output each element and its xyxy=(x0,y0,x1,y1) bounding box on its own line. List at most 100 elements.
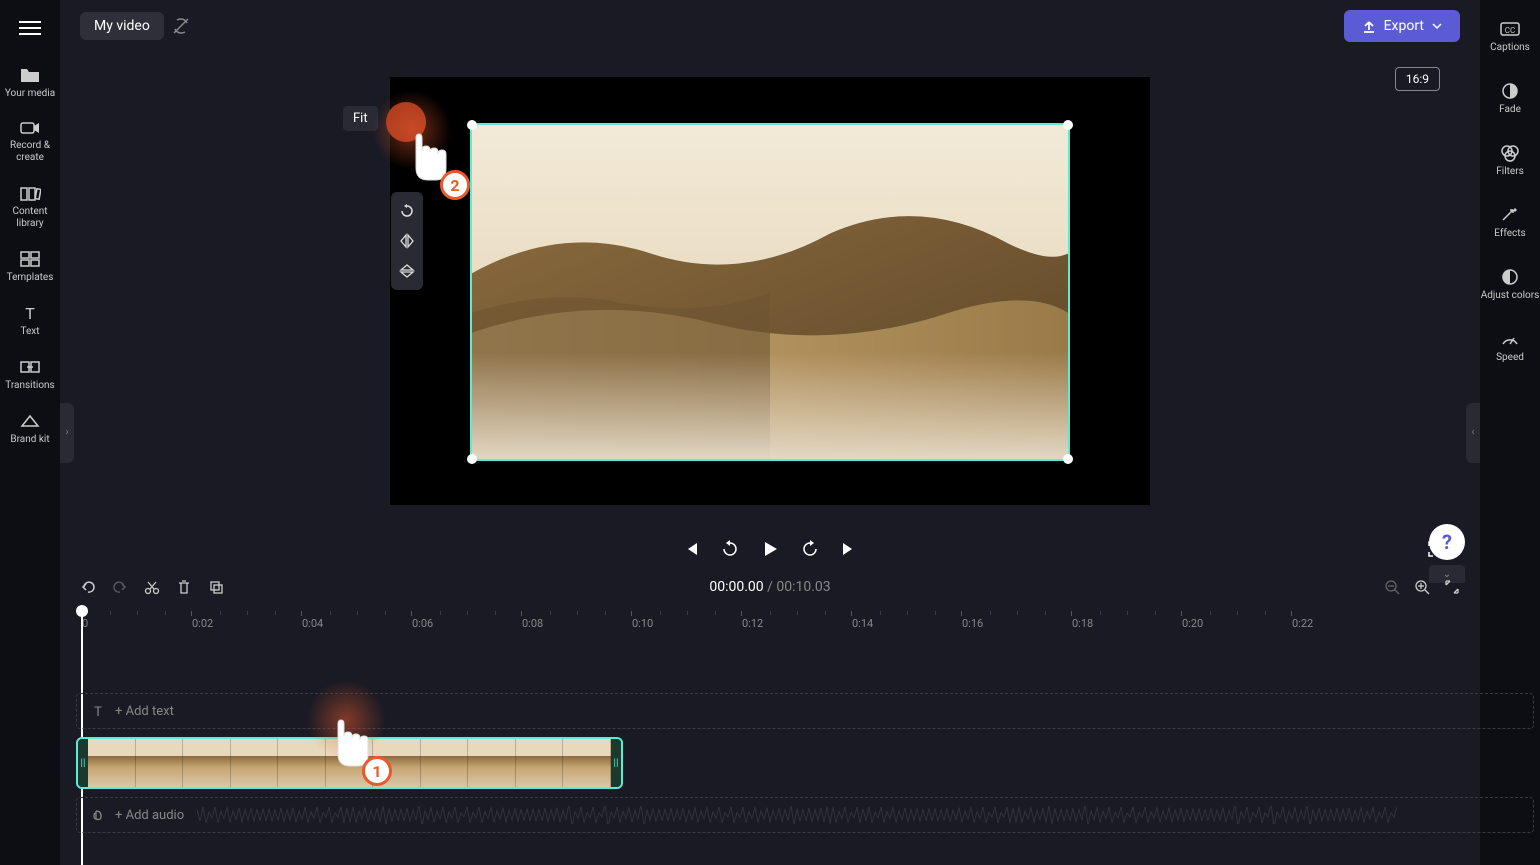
ruler-tick: 0:20 xyxy=(1182,617,1203,630)
menu-icon[interactable] xyxy=(19,10,41,56)
audio-icon xyxy=(91,808,105,822)
skip-back-button[interactable] xyxy=(682,540,700,558)
zoom-out-button[interactable] xyxy=(1384,579,1400,595)
svg-text:T: T xyxy=(94,705,102,718)
redo-button[interactable] xyxy=(112,579,128,595)
sidebar-item-label: Brand kit xyxy=(10,434,49,446)
undo-button[interactable] xyxy=(80,579,96,595)
sidebar-item-label: Fade xyxy=(1499,104,1521,116)
transitions-icon xyxy=(19,358,41,376)
sidebar-item-label: Templates xyxy=(7,272,54,284)
sidebar-item-effects[interactable]: Effects xyxy=(1480,192,1540,254)
templates-icon xyxy=(19,250,41,268)
zoom-in-button[interactable] xyxy=(1414,579,1430,595)
skip-forward-button[interactable] xyxy=(840,540,858,558)
current-time: 00:00.00 xyxy=(709,579,763,595)
duplicate-button[interactable] xyxy=(208,579,224,595)
instruction-cursor-2: 2 xyxy=(394,124,462,192)
rotate-button[interactable] xyxy=(391,196,423,226)
camera-icon xyxy=(19,120,41,136)
step-badge-2: 2 xyxy=(440,170,470,200)
preview-image xyxy=(472,125,1068,459)
add-audio-label: + Add audio xyxy=(115,808,184,823)
ruler-tick: 0:12 xyxy=(742,617,763,630)
left-sidebar: Your media Record & create Content libra… xyxy=(0,0,60,865)
resize-handle-bottom-left[interactable] xyxy=(467,454,477,464)
library-icon xyxy=(19,184,41,202)
sync-disabled-icon[interactable] xyxy=(172,17,190,35)
export-button[interactable]: Export xyxy=(1344,10,1460,42)
clip-thumbnail xyxy=(468,739,516,787)
text-icon: T xyxy=(19,304,41,322)
resize-handle-bottom-right[interactable] xyxy=(1063,454,1073,464)
step-badge-1: 1 xyxy=(362,756,392,786)
fit-timeline-button[interactable] xyxy=(1444,579,1460,595)
timeline-ruler[interactable]: 00:020:040:060:080:100:120:140:160:180:2… xyxy=(76,611,1534,639)
fade-icon xyxy=(1499,82,1521,100)
timeline-toolbar: 00:00.00 / 00:10.03 xyxy=(60,569,1480,605)
sidebar-item-label: Text xyxy=(20,326,39,338)
adjust-colors-icon xyxy=(1499,268,1521,286)
split-button[interactable] xyxy=(144,579,160,595)
sidebar-item-brand-kit[interactable]: Brand kit xyxy=(0,402,60,456)
filters-icon xyxy=(1499,144,1521,162)
delete-button[interactable] xyxy=(176,579,192,595)
clip-thumbnail xyxy=(183,739,231,787)
sidebar-item-record-create[interactable]: Record & create xyxy=(0,110,60,174)
top-bar: My video Export xyxy=(60,0,1480,52)
sidebar-item-filters[interactable]: Filters xyxy=(1480,130,1540,192)
resize-handle-top-left[interactable] xyxy=(467,120,477,130)
instruction-cursor-1: 1 xyxy=(316,710,384,778)
sidebar-item-speed[interactable]: Speed xyxy=(1480,316,1540,378)
preview-area: 16:9 xyxy=(60,52,1480,530)
empty-track[interactable] xyxy=(76,657,1534,685)
sidebar-item-label: Captions xyxy=(1490,42,1530,54)
flip-vertical-button[interactable] xyxy=(391,256,423,286)
resize-handle-top-right[interactable] xyxy=(1063,120,1073,130)
chevron-down-icon xyxy=(1432,21,1442,31)
clip-thumbnail xyxy=(421,739,469,787)
clip-thumbnail xyxy=(136,739,184,787)
effects-icon xyxy=(1499,206,1521,224)
sidebar-item-your-media[interactable]: Your media xyxy=(0,56,60,110)
video-title-input[interactable]: My video xyxy=(80,12,164,40)
flip-horizontal-button[interactable] xyxy=(391,226,423,256)
clip-trim-left[interactable]: || xyxy=(78,739,88,787)
sidebar-item-label: Adjust colors xyxy=(1481,290,1540,302)
ruler-tick: 0:10 xyxy=(632,617,653,630)
sidebar-item-fade[interactable]: Fade xyxy=(1480,68,1540,130)
upload-icon xyxy=(1362,19,1376,33)
sidebar-item-transitions[interactable]: Transitions xyxy=(0,348,60,402)
ruler-tick: 0:02 xyxy=(192,617,213,630)
video-track[interactable]: || || xyxy=(76,737,1534,789)
help-button[interactable]: ? xyxy=(1429,524,1465,560)
sidebar-item-content-library[interactable]: Content library xyxy=(0,174,60,240)
sidebar-item-text[interactable]: T Text xyxy=(0,294,60,348)
speed-icon xyxy=(1499,330,1521,348)
sidebar-item-label: Speed xyxy=(1496,352,1524,364)
svg-text:T: T xyxy=(25,304,35,322)
play-button[interactable] xyxy=(760,539,780,559)
clip-trim-right[interactable]: || xyxy=(611,739,621,787)
sidebar-item-captions[interactable]: CC Captions xyxy=(1480,6,1540,68)
audio-waveform-placeholder xyxy=(197,806,1397,824)
folder-icon xyxy=(19,66,41,84)
captions-icon: CC xyxy=(1499,20,1521,38)
video-title-text: My video xyxy=(94,18,150,34)
forward-button[interactable] xyxy=(800,539,820,559)
add-audio-track[interactable]: + Add audio xyxy=(76,797,1534,833)
ruler-tick: 0:06 xyxy=(412,617,433,630)
rewind-button[interactable] xyxy=(720,539,740,559)
add-text-track[interactable]: T + Add text xyxy=(76,693,1534,729)
sidebar-item-adjust-colors[interactable]: Adjust colors xyxy=(1480,254,1540,316)
ruler-tick: 0:18 xyxy=(1072,617,1093,630)
aspect-ratio-button[interactable]: 16:9 xyxy=(1395,67,1440,91)
clip-thumbnail xyxy=(563,739,611,787)
selected-clip-frame[interactable] xyxy=(470,123,1070,461)
playhead-handle[interactable] xyxy=(76,605,88,617)
sidebar-item-label: Effects xyxy=(1494,228,1525,240)
sidebar-item-label: Content library xyxy=(0,206,60,230)
preview-canvas[interactable] xyxy=(390,77,1150,505)
sidebar-item-templates[interactable]: Templates xyxy=(0,240,60,294)
sidebar-item-label: Filters xyxy=(1496,166,1524,178)
